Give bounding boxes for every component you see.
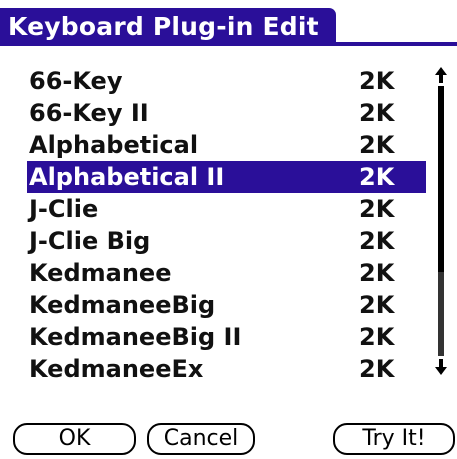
plugin-name: 66-Key II <box>29 99 149 127</box>
list-item[interactable]: KedmaneeBig 2K <box>27 289 426 321</box>
plugin-name: J-Clie Big <box>29 227 151 255</box>
list-item[interactable]: Alphabetical II 2K <box>27 161 426 193</box>
try-it-button[interactable]: Try It! <box>333 423 455 455</box>
arrow-up-icon[interactable] <box>434 66 448 84</box>
plugin-size: 2K <box>359 291 395 319</box>
list-item[interactable]: KedmaneeBig II 2K <box>27 321 426 353</box>
plugin-list[interactable]: 66-Key 2K 66-Key II 2K Alphabetical 2K Alphabe… <box>27 65 426 385</box>
list-item[interactable]: KedmaneeEx 2K <box>27 353 426 385</box>
title-underline <box>0 42 457 46</box>
list-item[interactable]: J-Clie Big 2K <box>27 225 426 257</box>
plugin-size: 2K <box>359 131 395 159</box>
plugin-size: 2K <box>359 259 395 287</box>
list-item[interactable]: J-Clie 2K <box>27 193 426 225</box>
plugin-name: KedmaneeEx <box>29 355 204 383</box>
plugin-name: Alphabetical II <box>29 163 225 191</box>
arrow-down-icon[interactable] <box>434 358 448 376</box>
title-bar: Keyboard Plug-in Edit <box>0 0 457 46</box>
list-item[interactable]: 66-Key 2K <box>27 65 426 97</box>
dialog-title: Keyboard Plug-in Edit <box>0 8 336 46</box>
plugin-size: 2K <box>359 355 395 383</box>
scroll-thumb[interactable] <box>438 86 444 272</box>
plugin-name: Kedmanee <box>29 259 172 287</box>
plugin-name: J-Clie <box>29 195 99 223</box>
scroll-track[interactable] <box>438 86 444 356</box>
plugin-name: KedmaneeBig <box>29 291 216 319</box>
plugin-size: 2K <box>359 67 395 95</box>
plugin-name: 66-Key <box>29 67 123 95</box>
ok-button[interactable]: OK <box>13 423 136 455</box>
list-item[interactable]: Alphabetical 2K <box>27 129 426 161</box>
plugin-name: KedmaneeBig II <box>29 323 242 351</box>
plugin-size: 2K <box>359 195 395 223</box>
list-item[interactable]: Kedmanee 2K <box>27 257 426 289</box>
list-item[interactable]: 66-Key II 2K <box>27 97 426 129</box>
scrollbar[interactable] <box>434 66 448 378</box>
plugin-size: 2K <box>359 163 395 191</box>
plugin-name: Alphabetical <box>29 131 199 159</box>
plugin-size: 2K <box>359 99 395 127</box>
cancel-button[interactable]: Cancel <box>147 423 255 455</box>
plugin-size: 2K <box>359 227 395 255</box>
plugin-size: 2K <box>359 323 395 351</box>
